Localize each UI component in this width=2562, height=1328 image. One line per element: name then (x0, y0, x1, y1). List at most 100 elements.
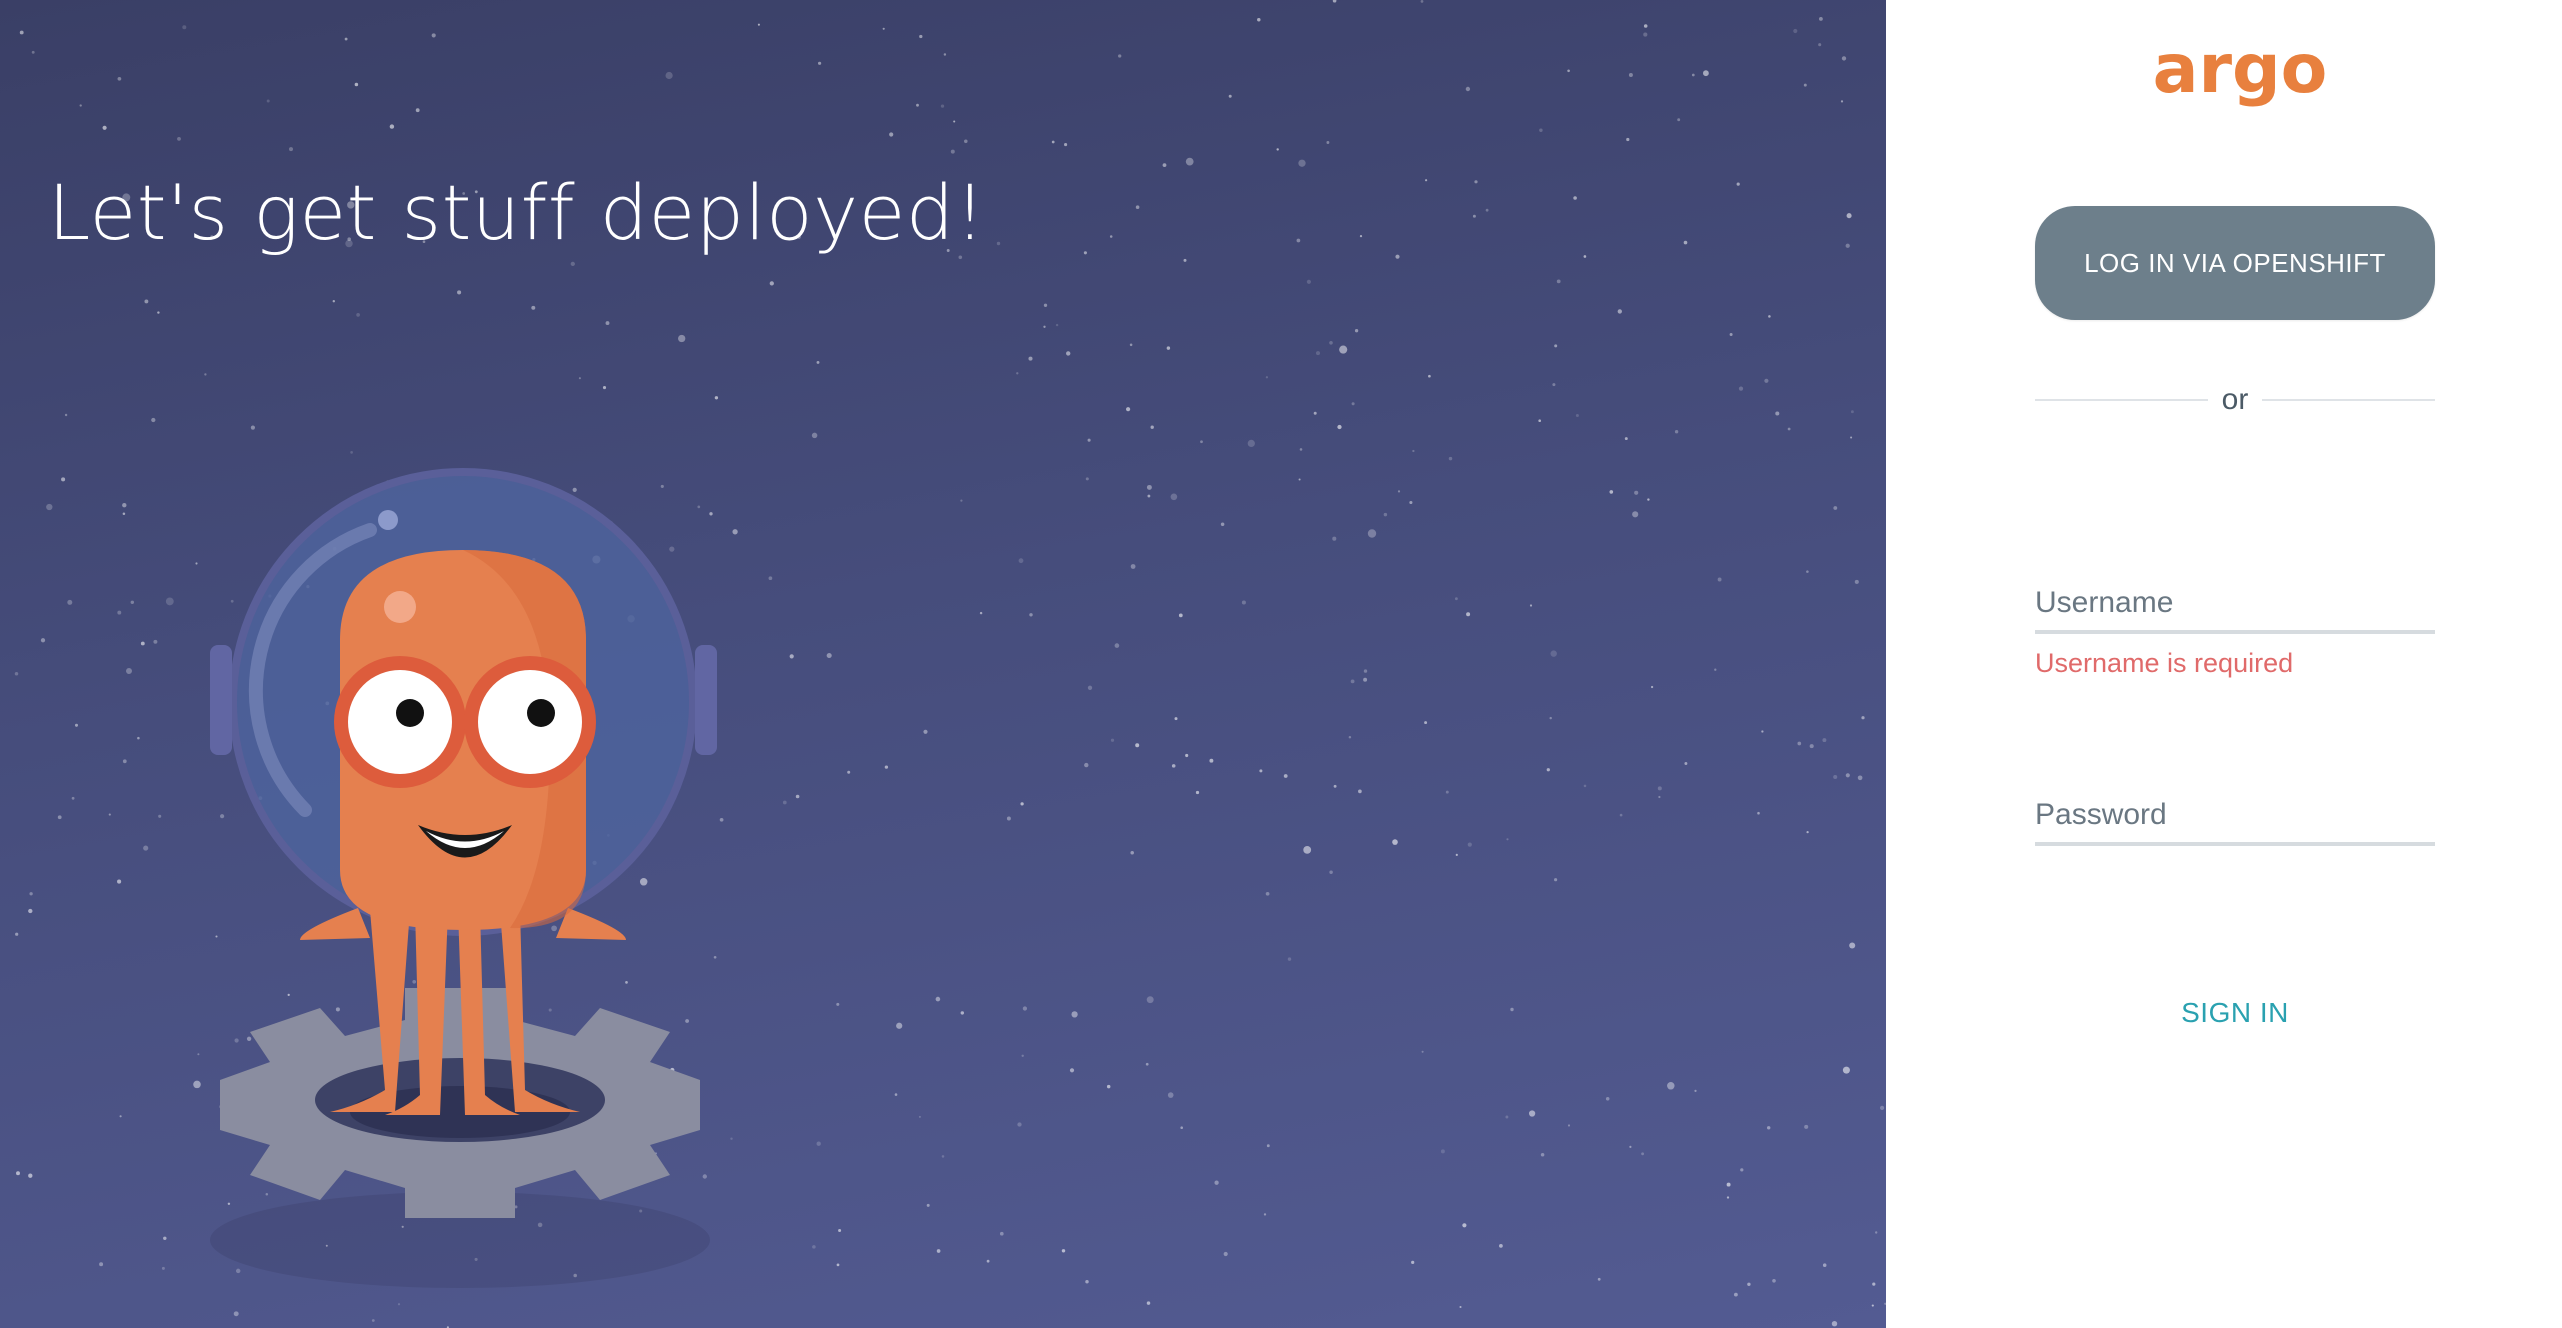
star (1276, 148, 1279, 151)
star (1028, 356, 1033, 361)
star (847, 770, 851, 774)
star (74, 723, 79, 727)
star (1167, 1092, 1174, 1098)
star (1643, 24, 1648, 28)
star (1550, 650, 1557, 657)
star (1846, 213, 1852, 219)
star (1263, 1213, 1267, 1216)
star (1171, 764, 1176, 768)
star (1146, 1301, 1151, 1305)
star (1854, 579, 1859, 584)
star (926, 1203, 930, 1207)
star (288, 147, 294, 152)
star (836, 1002, 840, 1006)
star (1626, 137, 1630, 142)
star (31, 50, 35, 54)
star (979, 611, 983, 615)
star (1597, 1277, 1601, 1281)
log-in-via-openshift-button[interactable]: LOG IN VIA OPENSHIFT (2035, 206, 2435, 320)
star (1022, 1006, 1028, 1011)
star (1395, 254, 1400, 259)
star (61, 477, 66, 482)
star (1298, 478, 1301, 481)
star (1667, 1082, 1675, 1090)
star (1174, 717, 1178, 721)
star (1833, 774, 1838, 780)
star (1411, 1260, 1415, 1265)
star (1298, 159, 1306, 167)
star (1283, 774, 1288, 778)
star (1556, 279, 1561, 284)
star (894, 1093, 898, 1096)
star (1420, 0, 1424, 3)
star (757, 23, 760, 26)
star (79, 104, 82, 107)
star (1109, 235, 1113, 238)
star (941, 1155, 945, 1158)
star (1768, 315, 1771, 318)
star (1071, 1011, 1078, 1018)
star (1822, 738, 1827, 743)
star (1506, 838, 1509, 841)
star (1549, 716, 1552, 720)
star (1021, 1054, 1024, 1058)
star (918, 1115, 921, 1118)
star (1183, 258, 1187, 262)
star (67, 599, 73, 605)
star (1170, 493, 1178, 501)
star (1806, 830, 1809, 834)
star (19, 30, 24, 35)
star (1793, 28, 1798, 34)
sign-in-button[interactable]: SIGN IN (2035, 988, 2435, 1038)
star (570, 261, 575, 267)
star (1055, 323, 1059, 327)
star (1145, 1062, 1149, 1066)
star (960, 1011, 965, 1015)
star (1146, 484, 1152, 490)
star (1818, 16, 1823, 21)
star (1510, 1007, 1514, 1012)
star (1499, 1244, 1503, 1248)
star (1084, 762, 1089, 768)
argo-logo-text: argo (2153, 30, 2328, 109)
star (1841, 56, 1847, 61)
star (1822, 1263, 1827, 1267)
star (1629, 1145, 1632, 1148)
star (1529, 604, 1533, 607)
star (1761, 730, 1764, 733)
star (1605, 1097, 1610, 1101)
star (916, 103, 919, 107)
star (117, 76, 122, 81)
star (1114, 643, 1120, 648)
star (1020, 802, 1024, 806)
star (1367, 529, 1377, 538)
star (889, 132, 894, 137)
star (1209, 758, 1214, 763)
star (1363, 669, 1368, 673)
star (1647, 498, 1650, 501)
star (117, 879, 122, 884)
star (1674, 430, 1679, 434)
star (950, 149, 955, 154)
star (457, 290, 462, 295)
star (14, 672, 19, 676)
star (1775, 411, 1780, 416)
star (1166, 346, 1171, 350)
star (1303, 845, 1312, 854)
star (1806, 570, 1809, 573)
star (665, 71, 673, 80)
star (838, 1229, 842, 1232)
star (1857, 775, 1863, 781)
star (1257, 17, 1261, 22)
star (1448, 456, 1453, 461)
star (29, 892, 33, 896)
password-input[interactable] (2035, 798, 2435, 846)
star (1540, 1152, 1545, 1157)
star (1178, 613, 1183, 618)
star (143, 845, 149, 851)
star (1818, 43, 1822, 47)
star (1129, 343, 1133, 347)
username-input[interactable] (2035, 586, 2435, 634)
star (1220, 522, 1225, 527)
star (1348, 736, 1352, 739)
